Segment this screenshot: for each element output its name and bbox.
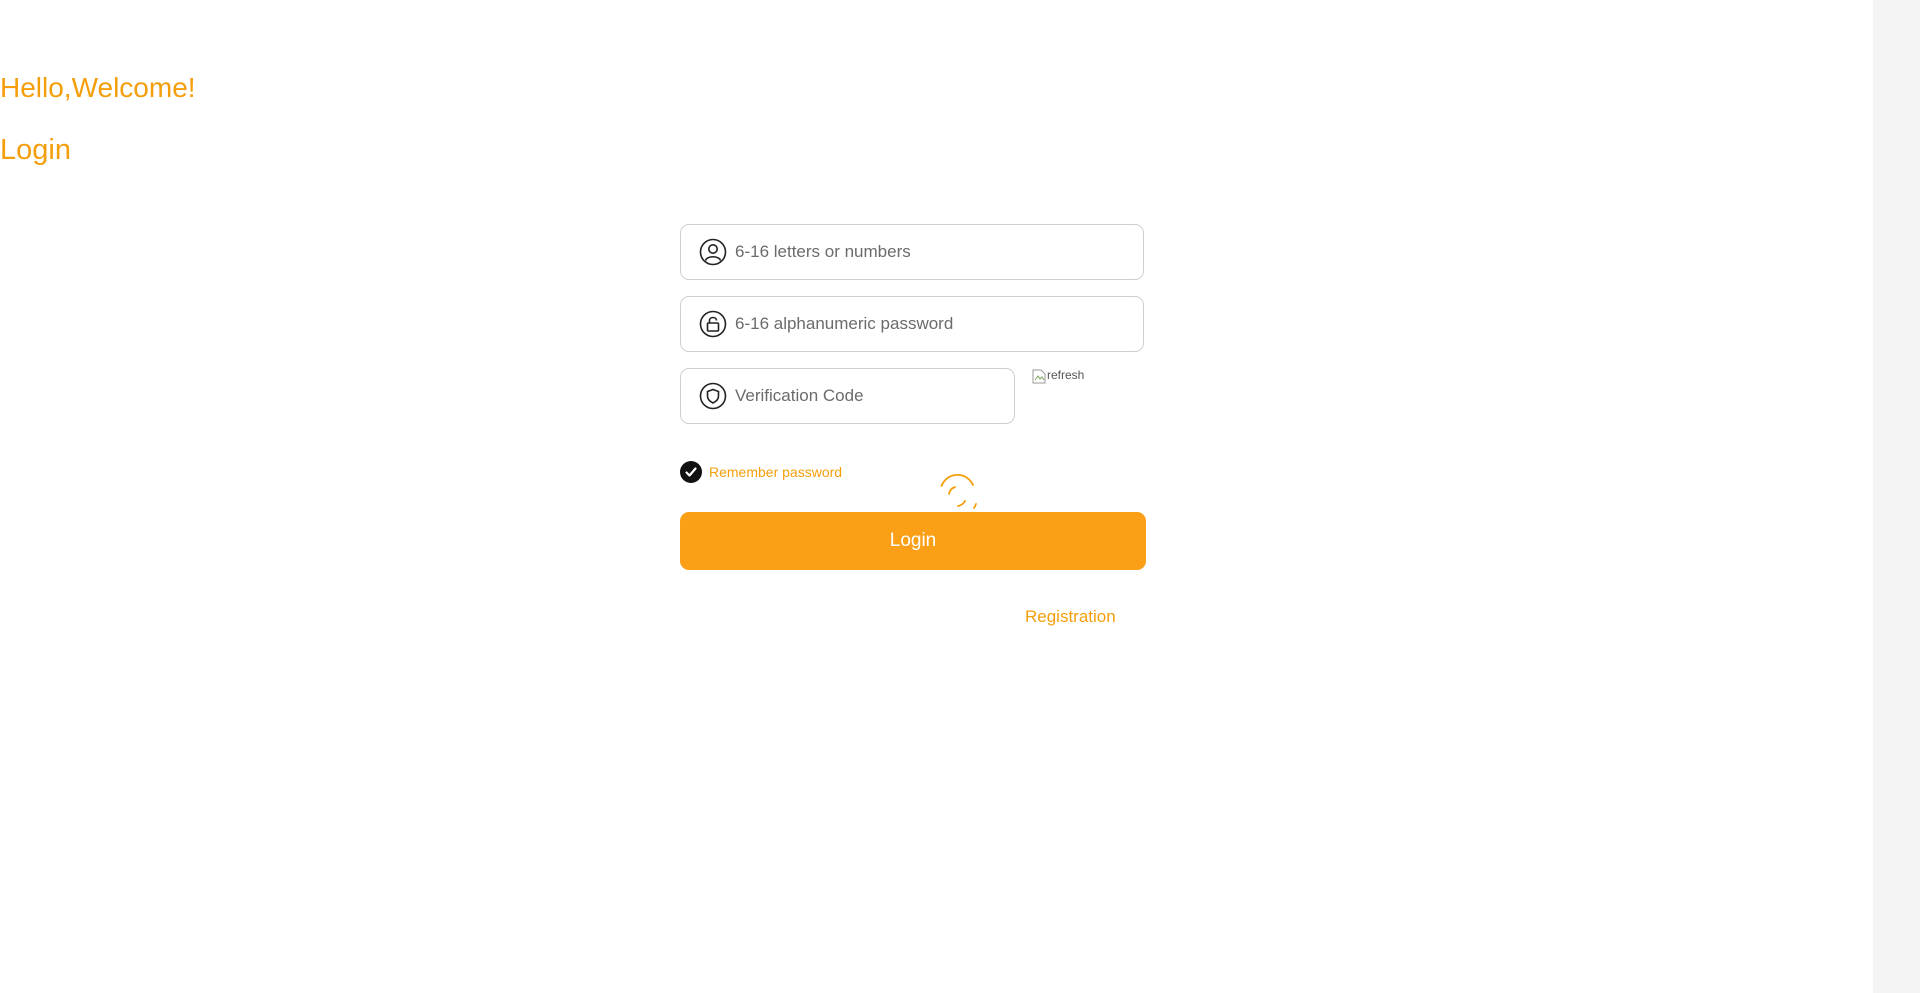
captcha-image[interactable]: refresh bbox=[1032, 366, 1112, 384]
remember-password-label: Remember password bbox=[709, 464, 843, 480]
username-input[interactable] bbox=[735, 225, 1127, 279]
page-title: Login bbox=[0, 134, 71, 166]
scrollbar-track[interactable] bbox=[1873, 0, 1920, 993]
username-field[interactable] bbox=[680, 224, 1144, 280]
captcha-alt-text: refresh bbox=[1047, 368, 1085, 382]
password-input[interactable] bbox=[735, 297, 1127, 351]
login-button[interactable]: Login bbox=[680, 512, 1146, 570]
verification-input[interactable] bbox=[735, 369, 998, 423]
remember-password-checkbox[interactable]: Remember password bbox=[680, 461, 842, 483]
password-field[interactable] bbox=[680, 296, 1144, 352]
checkmark-icon[interactable] bbox=[680, 461, 702, 483]
lock-icon bbox=[699, 310, 727, 338]
verification-field[interactable] bbox=[680, 368, 1015, 424]
loading-spinner-icon bbox=[938, 472, 980, 514]
shield-icon bbox=[699, 382, 727, 410]
welcome-heading: Hello,Welcome! bbox=[0, 72, 196, 103]
user-icon bbox=[699, 238, 727, 266]
broken-image-icon bbox=[1032, 368, 1046, 384]
login-page: Hello,Welcome! Login 6-16 letters or num… bbox=[0, 0, 1920, 993]
registration-link[interactable]: Registration bbox=[1025, 607, 1116, 627]
